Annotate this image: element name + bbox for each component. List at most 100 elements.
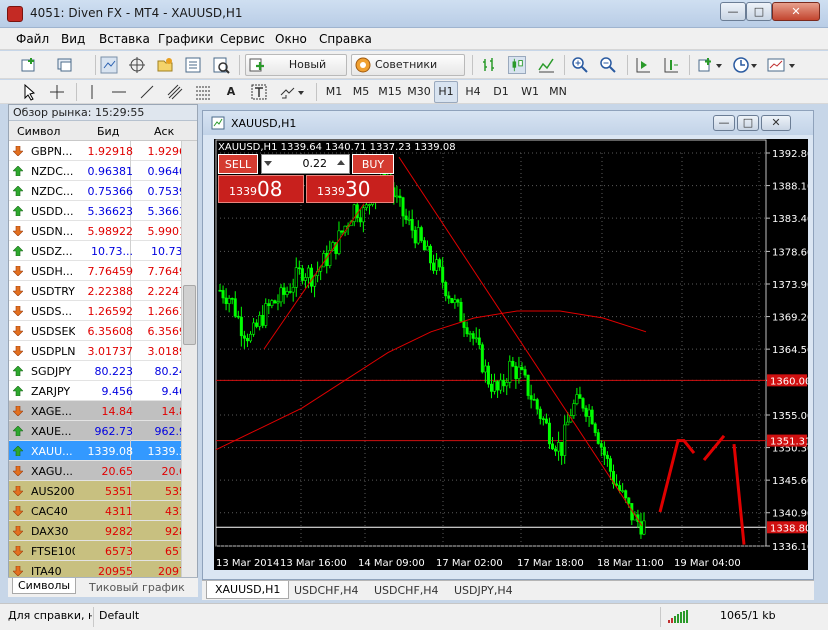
market-watch-row[interactable]: NZDC... 0.75366 0.75399 (9, 181, 197, 201)
chart-tab-usdchf-h4[interactable]: USDCHF,H4 (294, 584, 359, 597)
market-watch-icon[interactable] (100, 56, 118, 74)
tab-tick-chart[interactable]: Тиковый график (84, 580, 190, 595)
sell-price[interactable]: 1339 08 (218, 175, 304, 203)
templates-icon[interactable] (767, 56, 785, 74)
market-watch-scrollbar[interactable] (181, 141, 197, 581)
vertical-line-icon[interactable] (83, 83, 101, 101)
menu-view[interactable]: Вид (61, 32, 85, 46)
market-watch-row[interactable]: USDD... 5.36623 5.36637 (9, 201, 197, 221)
strategy-tester-icon[interactable] (212, 56, 230, 74)
trendline-icon[interactable] (138, 83, 156, 101)
timeframe-w1[interactable]: W1 (517, 81, 543, 103)
market-watch-row[interactable]: FTSE100 6573 6574 (9, 541, 197, 561)
indicators-icon[interactable] (697, 56, 715, 74)
cursor-icon[interactable] (20, 83, 38, 101)
timeframe-m30[interactable]: M30 (405, 81, 433, 103)
candle-body (621, 490, 625, 492)
fibonacci-icon[interactable] (194, 83, 212, 101)
chart-tab-usdjpy-h4[interactable]: USDJPY,H4 (454, 584, 513, 597)
menu-help[interactable]: Справка (319, 32, 372, 46)
candlestick-icon[interactable] (508, 56, 526, 74)
minimize-button[interactable]: — (720, 2, 746, 21)
market-watch-row[interactable]: USDSEK 6.35608 6.35699 (9, 321, 197, 341)
market-watch-row[interactable]: DAX30 9282 9283 (9, 521, 197, 541)
symbol-name: XAGE... (31, 405, 72, 418)
terminal-icon[interactable] (184, 56, 202, 74)
tab-symbols[interactable]: Символы (12, 578, 77, 594)
menu-insert[interactable]: Вставка (99, 32, 150, 46)
chevron-down-icon[interactable] (789, 64, 795, 68)
buy-price[interactable]: 1339 30 (306, 175, 394, 203)
chart-tab-usdchf-h4-2[interactable]: USDCHF,H4 (374, 584, 439, 597)
menu-file[interactable]: Файл (16, 32, 49, 46)
chevron-down-icon[interactable] (298, 91, 304, 95)
timeframe-m1[interactable]: M1 (322, 81, 346, 103)
market-watch-row[interactable]: NZDC... 0.96381 0.96409 (9, 161, 197, 181)
buy-price-big: 30 (345, 177, 371, 201)
column-bid[interactable]: Бид (97, 125, 119, 138)
market-watch-row-selected[interactable]: XAUU... 1339.08 1339.30 (9, 441, 197, 461)
market-watch-row[interactable]: USDTRY 2.22388 2.22471 (9, 281, 197, 301)
market-watch-row[interactable]: USDPLN 3.01737 3.01898 (9, 341, 197, 361)
crosshair-icon[interactable] (48, 83, 66, 101)
market-watch-row[interactable]: ZARJPY 9.456 9.464 (9, 381, 197, 401)
lot-increase-icon[interactable] (337, 158, 345, 168)
chart-maximize-button[interactable]: □ (737, 115, 759, 131)
horizontal-line-icon[interactable] (110, 83, 128, 101)
lot-decrease-icon[interactable] (264, 158, 272, 168)
market-watch-row[interactable]: USDH... 7.76459 7.76495 (9, 261, 197, 281)
menu-tools[interactable]: Сервис (220, 32, 265, 46)
text-tool-button[interactable]: A (222, 81, 240, 103)
y-tick-label: 1383.40 (772, 214, 808, 225)
line-chart-icon[interactable] (537, 56, 555, 74)
market-watch-row[interactable]: XAGU... 20.65 20.68 (9, 461, 197, 481)
market-watch-row[interactable]: USDS... 1.26592 1.26616 (9, 301, 197, 321)
periods-icon[interactable] (732, 56, 750, 74)
channel-icon[interactable] (166, 83, 184, 101)
data-window-icon[interactable] (128, 56, 146, 74)
profiles-icon[interactable] (56, 56, 74, 74)
chart-minimize-button[interactable]: — (713, 115, 735, 131)
chevron-down-icon[interactable] (751, 64, 757, 68)
candle-body (599, 443, 603, 448)
market-watch-row[interactable]: XAGE... 14.84 14.87 (9, 401, 197, 421)
connection-status-icon[interactable] (668, 610, 690, 624)
sell-button[interactable]: SELL (218, 154, 258, 174)
maximize-button[interactable]: □ (746, 2, 772, 21)
timeframe-h4[interactable]: H4 (461, 81, 485, 103)
timeframe-m15[interactable]: M15 (376, 81, 404, 103)
candle-body (471, 333, 475, 339)
new-order-button[interactable]: Новый Ордер (245, 54, 347, 91)
experts-button[interactable]: Советники (351, 54, 465, 76)
menu-window[interactable]: Окно (275, 32, 307, 46)
scrollbar-thumb[interactable] (183, 285, 196, 345)
column-symbol[interactable]: Символ (17, 125, 60, 138)
market-watch-row[interactable]: GBPN... 1.92918 1.92964 (9, 141, 197, 161)
buy-button[interactable]: BUY (352, 154, 394, 174)
market-watch-row[interactable]: USDN... 5.98922 5.99013 (9, 221, 197, 241)
column-ask[interactable]: Аск (154, 125, 174, 138)
market-watch-row[interactable]: AUS200 5351 5353 (9, 481, 197, 501)
chart-shift-icon[interactable] (662, 56, 680, 74)
chart-tab-xauusd-h1[interactable]: XAUUSD,H1 (206, 581, 290, 599)
chart-close-button[interactable]: ✕ (761, 115, 791, 131)
timeframe-mn[interactable]: MN (545, 81, 571, 103)
zoom-out-icon[interactable] (599, 56, 617, 74)
arrows-icon[interactable] (278, 83, 296, 101)
timeframe-d1[interactable]: D1 (489, 81, 513, 103)
new-chart-icon[interactable] (20, 56, 38, 74)
menu-charts[interactable]: Графики (158, 32, 213, 46)
market-watch-row[interactable]: XAUE... 962.73 962.96 (9, 421, 197, 441)
market-watch-row[interactable]: USDZ... 10.73... 10.73... (9, 241, 197, 261)
chevron-down-icon[interactable] (716, 64, 722, 68)
zoom-in-icon[interactable] (571, 56, 589, 74)
market-watch-row[interactable]: SGDJPY 80.223 80.241 (9, 361, 197, 381)
text-label-icon[interactable] (250, 83, 268, 101)
timeframe-m5[interactable]: M5 (349, 81, 373, 103)
market-watch-row[interactable]: CAC40 4311 4312 (9, 501, 197, 521)
close-button[interactable]: ✕ (772, 2, 820, 21)
navigator-icon[interactable] (156, 56, 174, 74)
timeframe-h1[interactable]: H1 (434, 81, 458, 103)
autoscroll-icon[interactable] (634, 56, 652, 74)
bar-chart-icon[interactable] (481, 56, 499, 74)
